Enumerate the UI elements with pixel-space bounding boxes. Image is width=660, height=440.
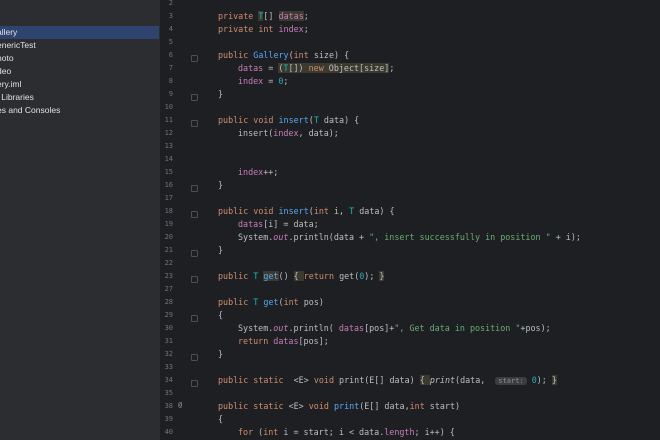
line-number: 3	[168, 12, 173, 20]
tree-item-iml-file[interactable]: ery.iml	[0, 78, 159, 91]
line-number: 4	[168, 25, 173, 33]
code-line: }	[218, 245, 224, 255]
fold-icon[interactable]	[191, 250, 198, 257]
line-number: 2	[168, 0, 173, 7]
tree-item-label: es and Consoles	[0, 105, 61, 115]
tree-item-external-libraries[interactable]: l Libraries	[0, 91, 159, 104]
line-number: 28	[164, 298, 173, 306]
line-number: 20	[164, 233, 173, 241]
fold-icon[interactable]	[191, 185, 198, 192]
line-number: 6	[168, 51, 173, 59]
line-number: 39	[164, 415, 173, 423]
line-number: 32	[164, 350, 173, 358]
code-line: }	[218, 349, 224, 359]
line-number: 18	[164, 207, 173, 215]
code-line: index++;	[238, 167, 279, 177]
code-line: for (int i = start; i < data.length; i++…	[238, 427, 455, 437]
tree-item-label: hoto	[0, 53, 14, 63]
tree-item-label: l Libraries	[0, 92, 34, 102]
code-line: }	[218, 89, 224, 99]
line-number: 21	[164, 246, 173, 254]
fold-icon[interactable]	[191, 276, 198, 283]
code-line: insert(index, data);	[238, 128, 339, 138]
code-line: private T[] datas;	[218, 11, 309, 21]
code-line: System.out.println( datas[pos]+", Get da…	[238, 323, 551, 333]
tree-item-scratches-consoles[interactable]: es and Consoles	[0, 104, 159, 117]
annotation-icon[interactable]: @	[178, 399, 182, 412]
line-number: 15	[164, 168, 173, 176]
line-number: 10	[164, 103, 173, 111]
parameter-hint: start:	[495, 377, 527, 385]
line-number: 34	[164, 376, 173, 384]
code-line: public static <E> void print(E[] data) {…	[218, 375, 557, 385]
code-line: }	[218, 180, 224, 190]
line-number: 5	[168, 38, 173, 46]
line-number: 12	[164, 129, 173, 137]
tree-item-video[interactable]: deo	[0, 65, 159, 78]
line-number: 29	[164, 311, 173, 319]
fold-icon[interactable]	[191, 380, 198, 387]
code-editor[interactable]: 2 3 4 5 6 7 8 9 10 11 12 13 14 15 16 17 18 19 20 21 22 23 27 28…	[161, 0, 660, 440]
fold-icon[interactable]	[191, 120, 198, 127]
line-number: 11	[164, 116, 173, 124]
code-line: public T get(int pos)	[218, 297, 324, 307]
code-line: public T get() { return get(0); }	[218, 271, 385, 281]
code-line: datas[i] = data;	[238, 219, 319, 229]
line-number: 9	[168, 90, 173, 98]
line-number: 27	[164, 285, 173, 293]
line-number: 33	[164, 363, 173, 371]
tree-item[interactable]: f	[0, 0, 159, 9]
tree-item-label: deo	[0, 66, 12, 76]
tree-item-label: allery	[0, 27, 18, 37]
tree-item-label: ery.iml	[0, 79, 22, 89]
line-number: 17	[164, 194, 173, 202]
code-line: datas = (T[]) new Object[size];	[238, 63, 395, 73]
code-line: {	[218, 310, 224, 320]
code-line: {	[218, 414, 224, 424]
line-number: 22	[164, 259, 173, 267]
tree-item-generic-test[interactable]: enericTest	[0, 39, 159, 52]
code-line: System.out.println(data + ", insert succ…	[238, 232, 581, 242]
line-number: 13	[164, 142, 173, 150]
fold-icon[interactable]	[191, 94, 198, 101]
code-line: public static <E> void print(E[] data,in…	[218, 401, 461, 411]
fold-icon[interactable]	[191, 211, 198, 218]
line-number: 8	[168, 77, 173, 85]
code-line: return datas[pos];	[238, 336, 329, 346]
fold-icon[interactable]	[191, 315, 198, 322]
line-number: 16	[164, 181, 173, 189]
line-number: 14	[164, 155, 173, 163]
code-line: private int index;	[218, 24, 309, 34]
line-number: 23	[164, 272, 173, 280]
project-tree: f allery enericTest hoto deo ery.iml l L…	[0, 0, 161, 440]
line-number: 31	[164, 337, 173, 345]
code-line: public void insert(int i, T data) {	[218, 206, 395, 216]
line-number: 40	[164, 428, 173, 436]
line-number: 38	[164, 402, 173, 410]
fold-icon[interactable]	[191, 55, 198, 62]
code-line: public Gallery(int size) {	[218, 50, 350, 60]
tree-item-photo[interactable]: hoto	[0, 52, 159, 65]
tree-item-label: enericTest	[0, 40, 36, 50]
line-number: 19	[164, 220, 173, 228]
line-number: 35	[164, 389, 173, 397]
fold-icon[interactable]	[191, 354, 198, 361]
tree-item-gallery[interactable]: allery	[0, 26, 159, 39]
code-line: public void insert(T data) {	[218, 115, 360, 125]
code-line: index = 0;	[238, 76, 289, 86]
line-number: 30	[164, 324, 173, 332]
line-number: 7	[168, 64, 173, 72]
